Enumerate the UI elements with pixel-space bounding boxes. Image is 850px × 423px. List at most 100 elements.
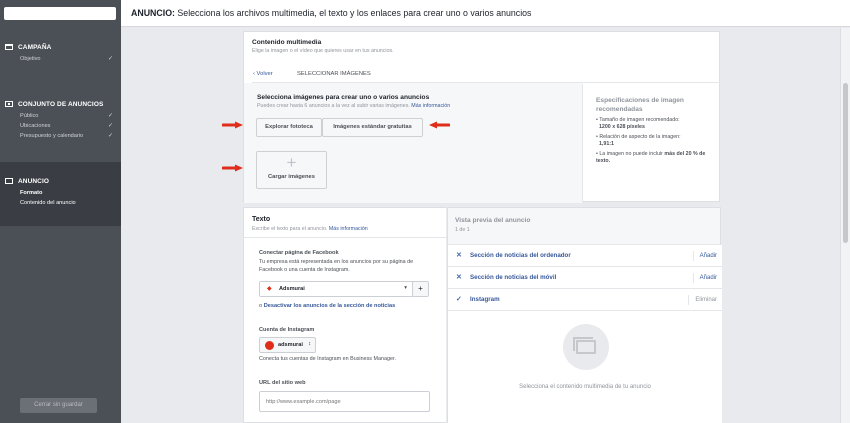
stock-images-button[interactable]: Imágenes estándar gratuitas	[322, 118, 423, 137]
search-input[interactable]	[4, 7, 116, 20]
plus-icon: +	[286, 153, 297, 172]
divider	[582, 84, 583, 202]
close-icon[interactable]: ✕	[456, 273, 462, 281]
check-icon: ✓	[107, 56, 113, 62]
add-placement-button[interactable]: Añadir	[692, 251, 717, 261]
back-link[interactable]: ‹ Volver	[253, 71, 273, 77]
media-subtitle: Elige la imagen o el vídeo que quieres u…	[252, 48, 394, 54]
fb-page-value: Adsmurai	[279, 286, 305, 292]
adsmurai-avatar-icon	[265, 341, 274, 350]
preview-panel: Vista previa del anuncio 1 de 1 ✕ Secció…	[447, 207, 722, 423]
disable-newsfeed-link[interactable]: Desactivar los anuncios de la sección de…	[264, 303, 396, 309]
text-panel: Texto Escribe el texto para el anuncio. …	[243, 207, 447, 423]
spec-text-label: La imagen no puede incluir	[599, 151, 663, 157]
browse-library-button[interactable]: Explorar fototeca	[256, 118, 322, 137]
fb-page-title: Conectar página de Facebook	[259, 250, 339, 256]
sidebar-ad-title: ANUNCIO	[18, 177, 50, 185]
sidebar-item-adset[interactable]: CONJUNTO DE ANUNCIOS	[0, 97, 121, 111]
sidebar-item-format[interactable]: Formato	[0, 188, 121, 198]
ig-account-desc: Conecta tus cuentas de Instagram en Busi…	[259, 356, 396, 362]
add-page-button[interactable]: +	[412, 281, 429, 297]
disable-prefix: o	[259, 303, 263, 309]
ig-account-select[interactable]: adsmurai ↕	[259, 337, 316, 353]
fb-page-desc: Tu empresa está representada en los anun…	[259, 259, 414, 273]
sidebar-item-ad[interactable]: ANUNCIO	[0, 174, 121, 188]
sidebar-item-label: Formato	[20, 190, 43, 196]
check-icon: ✓	[107, 113, 113, 119]
check-icon: ✓	[107, 123, 113, 129]
preview-empty-text: Selecciona el contenido multimedia de tu…	[519, 384, 651, 390]
more-info-link[interactable]: Más información	[411, 103, 450, 109]
url-title: URL del sitio web	[259, 380, 306, 386]
sidebar-item-placements[interactable]: Ubicaciones ✓	[0, 121, 121, 131]
text-subtitle-text: Escribe el texto para el anuncio.	[252, 226, 328, 232]
sidebar-item-label: Ubicaciones	[20, 123, 51, 129]
select-images-breadcrumb: SELECCIONAR IMÁGENES	[297, 71, 371, 77]
upload-images-label: Cargar imágenes	[267, 174, 316, 180]
arrow-right-icon	[222, 164, 243, 172]
text-title: Texto	[252, 216, 271, 223]
ig-account-title: Cuenta de Instagram	[259, 327, 315, 333]
close-without-saving-button[interactable]: Cerrar sin guardar	[20, 398, 97, 413]
ig-account-value: adsmurai	[278, 342, 303, 348]
sidebar-adset-title: CONJUNTO DE ANUNCIOS	[18, 100, 104, 108]
back-label: Volver	[256, 71, 273, 77]
placement-label: Sección de noticias del móvil	[470, 274, 557, 281]
disable-newsfeed: o Desactivar los anuncios de la sección …	[259, 303, 395, 309]
sidebar-item-ad-content[interactable]: Contenido del anuncio	[0, 198, 121, 208]
sidebar-item-objective[interactable]: Objetivo ✓	[0, 54, 121, 64]
select-images-heading: Selecciona imágenes para crear uno o var…	[257, 94, 430, 101]
chevron-down-icon: ▾	[404, 285, 407, 291]
spec-ratio-label: Relación de aspecto de la imagen:	[599, 134, 681, 140]
text-subtitle: Escribe el texto para el anuncio. Más in…	[252, 226, 368, 232]
spec-ratio-value: 1,91:1	[598, 141, 614, 147]
sidebar-item-budget[interactable]: Presupuesto y calendario ✓	[0, 131, 121, 141]
spec-size-value: 1200 x 628 píxeles	[598, 124, 645, 130]
check-icon[interactable]: ✓	[456, 295, 462, 303]
placement-label: Instagram	[470, 296, 500, 303]
close-icon[interactable]: ✕	[456, 251, 462, 259]
website-url-input[interactable]	[259, 391, 430, 412]
remove-placement-button[interactable]: Eliminar	[688, 295, 717, 305]
scrollbar-thumb[interactable]	[843, 83, 848, 243]
sidebar-item-label: Contenido del anuncio	[20, 200, 76, 206]
grid-icon	[5, 101, 13, 107]
fb-page-select[interactable]: ◆ Adsmurai ▾	[259, 281, 414, 297]
sidebar-item-label: Presupuesto y calendario	[20, 133, 84, 139]
more-info-link[interactable]: Más información	[329, 226, 368, 232]
add-placement-button[interactable]: Añadir	[692, 273, 717, 283]
preview-count: 1 de 1	[455, 227, 470, 233]
sidebar-section-adset: CONJUNTO DE ANUNCIOS Público ✓ Ubicacion…	[0, 97, 121, 141]
divider	[244, 237, 447, 238]
placement-row-instagram: ✓ Instagram Eliminar	[448, 288, 722, 310]
spec-size-label: Tamaño de imagen recomendado:	[599, 117, 680, 123]
preview-empty-area: Selecciona el contenido multimedia de tu…	[448, 310, 722, 423]
select-images-hint: Puedes crear hasta 6 anuncios a la vez a…	[257, 103, 450, 109]
hint-text: Puedes crear hasta 6 anuncios a la vez a…	[257, 103, 410, 109]
arrow-right-icon	[222, 121, 243, 129]
page-scrollbar[interactable]	[840, 28, 850, 423]
check-icon: ✓	[107, 133, 113, 139]
media-title: Contenido multimedia	[252, 39, 322, 46]
spec-ratio: • Relación de aspecto de la imagen: 1,91…	[596, 134, 681, 147]
preview-title: Vista previa del anuncio	[455, 217, 531, 224]
page-header: ANUNCIO: Selecciona los archivos multime…	[121, 0, 850, 27]
spec-size: • Tamaño de imagen recomendado: 1200 x 6…	[596, 117, 680, 130]
sidebar-section-campaign: CAMPAÑA Objetivo ✓	[0, 40, 121, 64]
placement-label: Sección de noticias del ordenador	[470, 252, 571, 259]
sidebar-section-ad: ANUNCIO Formato Contenido del anuncio	[0, 162, 121, 226]
chevron-updown-icon: ↕	[308, 341, 311, 347]
upload-images-button[interactable]: + Cargar imágenes	[256, 151, 327, 189]
placement-row-desktop: ✕ Sección de noticias del ordenador Añad…	[448, 244, 722, 266]
sidebar-item-label: Objetivo	[20, 56, 41, 62]
specs-list: • Tamaño de imagen recomendado: 1200 x 6…	[596, 117, 711, 165]
sidebar-item-label: Público	[20, 113, 39, 119]
spec-text: • La imagen no puede incluir más del 20 …	[596, 151, 706, 164]
media-placeholder-icon	[563, 324, 609, 370]
upload-area: Selecciona imágenes para crear uno o var…	[244, 83, 582, 203]
sidebar-item-audience[interactable]: Público ✓	[0, 111, 121, 121]
header-text: Selecciona los archivos multimedia, el t…	[174, 8, 532, 18]
ad-icon	[5, 178, 13, 184]
sidebar-item-campaign[interactable]: CAMPAÑA	[0, 40, 121, 54]
media-panel: Contenido multimedia Elige la imagen o e…	[243, 31, 722, 203]
